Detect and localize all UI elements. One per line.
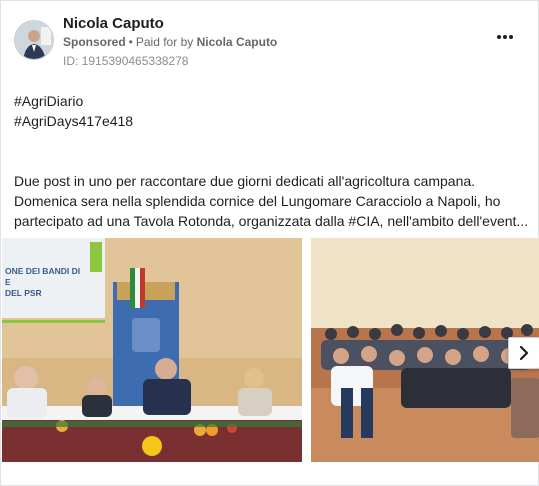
hashtag[interactable]: #AgriDiario <box>14 91 529 111</box>
screen-line: DEL PSR <box>5 288 42 298</box>
sponsored-label: Sponsored <box>63 35 126 49</box>
screen-line: E <box>5 277 11 287</box>
screen-line: ONE DEI BANDI DI <box>5 266 80 276</box>
author-name[interactable]: Nicola Caputo <box>63 15 164 32</box>
more-options-icon[interactable] <box>494 29 516 45</box>
chevron-right-icon <box>519 346 529 360</box>
body-line: Domenica sera nella splendida cornice de… <box>14 193 501 209</box>
post-text: #AgriDiario #AgriDays417e418 Due post in… <box>14 91 529 231</box>
body-line[interactable]: partecipato ad una Tavola Rotonda, organ… <box>14 211 529 231</box>
photo-carousel: ONE DEI BANDI DI E DEL PSR <box>1 238 539 462</box>
body-line: Due post in uno per raccontare due giorn… <box>14 173 476 189</box>
ad-id: ID: 1915390465338278 <box>63 54 189 68</box>
ad-card: Nicola Caputo Sponsored • Paid for by Nico… <box>0 0 539 486</box>
avatar[interactable] <box>14 20 54 60</box>
post-header: Nicola Caputo Sponsored • Paid for by Nico… <box>13 13 526 73</box>
paid-for-prefix: Paid for by <box>135 35 194 49</box>
avatar-image <box>15 21 53 59</box>
hashtag[interactable]: #AgriDays417e418 <box>14 111 529 131</box>
conference-photo[interactable]: ONE DEI BANDI DI E DEL PSR <box>2 238 302 462</box>
carousel-next-button[interactable] <box>508 337 539 369</box>
sponsor-line: Sponsored • Paid for by Nicola Caputo <box>63 35 277 49</box>
audience-photo[interactable] <box>311 238 539 462</box>
separator-dot: • <box>128 35 133 49</box>
paid-by-name[interactable]: Nicola Caputo <box>197 35 278 49</box>
